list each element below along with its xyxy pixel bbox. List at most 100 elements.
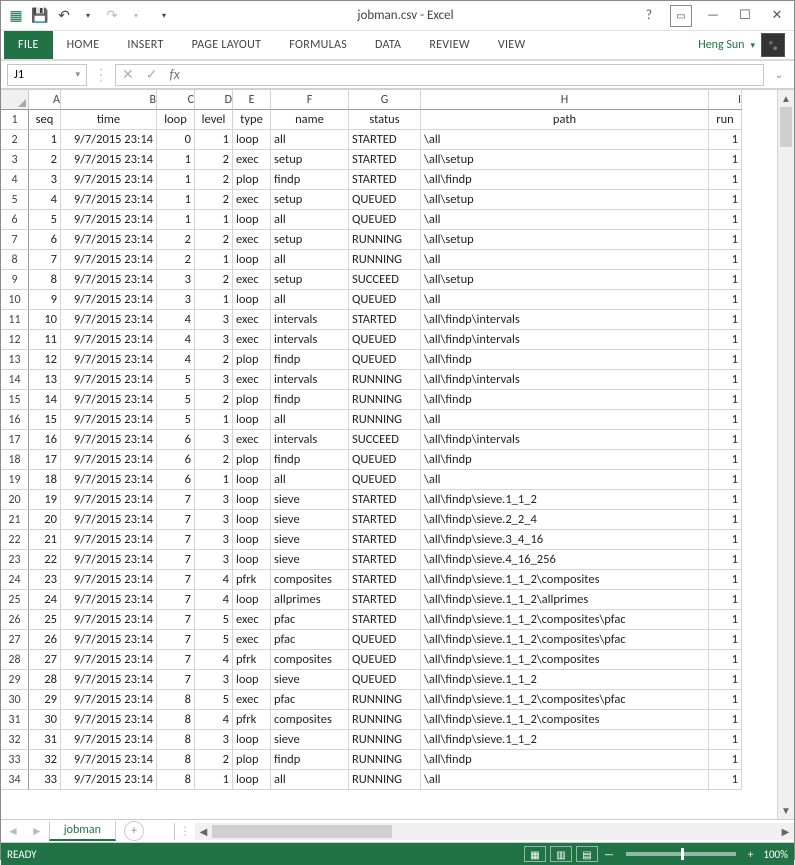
- cell[interactable]: 1: [709, 130, 742, 150]
- cell[interactable]: RUNNING: [349, 690, 421, 710]
- cell[interactable]: STARTED: [349, 570, 421, 590]
- cell[interactable]: 5: [195, 690, 233, 710]
- ribbon-display-icon[interactable]: ▭: [670, 5, 692, 27]
- row-header[interactable]: 25: [1, 590, 29, 610]
- cell[interactable]: 3: [195, 530, 233, 550]
- scroll-left-icon[interactable]: ◀: [195, 823, 212, 840]
- cell[interactable]: 5: [195, 610, 233, 630]
- cell[interactable]: 3: [195, 670, 233, 690]
- cell[interactable]: sieve: [271, 550, 349, 570]
- cell[interactable]: 9/7/2015 23:14: [61, 330, 157, 350]
- cell[interactable]: QUEUED: [349, 330, 421, 350]
- cell[interactable]: 5: [29, 210, 61, 230]
- cell[interactable]: 2: [29, 150, 61, 170]
- cancel-icon[interactable]: ✕: [116, 66, 140, 83]
- cell[interactable]: pfac: [271, 630, 349, 650]
- cell[interactable]: loop: [233, 490, 271, 510]
- cell[interactable]: all: [271, 210, 349, 230]
- cell[interactable]: 1: [709, 310, 742, 330]
- cell[interactable]: \all: [421, 210, 709, 230]
- cell[interactable]: 6: [157, 430, 195, 450]
- cell[interactable]: 9/7/2015 23:14: [61, 350, 157, 370]
- cell[interactable]: 3: [195, 430, 233, 450]
- cell[interactable]: 1: [709, 530, 742, 550]
- row-header[interactable]: 22: [1, 530, 29, 550]
- cell[interactable]: loop: [233, 130, 271, 150]
- cell[interactable]: 5: [195, 630, 233, 650]
- cell[interactable]: STARTED: [349, 310, 421, 330]
- cell[interactable]: \all\findp\intervals: [421, 430, 709, 450]
- cell[interactable]: 32: [29, 750, 61, 770]
- cell[interactable]: 9/7/2015 23:14: [61, 470, 157, 490]
- cell[interactable]: 1: [195, 250, 233, 270]
- cell[interactable]: 9/7/2015 23:14: [61, 430, 157, 450]
- sheet-tab-jobman[interactable]: jobman: [49, 821, 116, 841]
- cell[interactable]: RUNNING: [349, 750, 421, 770]
- row-header[interactable]: 17: [1, 430, 29, 450]
- cell[interactable]: RUNNING: [349, 230, 421, 250]
- cell[interactable]: 3: [29, 170, 61, 190]
- cell[interactable]: STARTED: [349, 590, 421, 610]
- cell[interactable]: 4: [195, 590, 233, 610]
- cell[interactable]: 2: [157, 230, 195, 250]
- cell[interactable]: STARTED: [349, 170, 421, 190]
- cell[interactable]: 6: [157, 450, 195, 470]
- zoom-level[interactable]: 100%: [763, 848, 788, 861]
- avatar[interactable]: [761, 33, 785, 57]
- column-header[interactable]: C: [157, 90, 195, 110]
- cell[interactable]: SUCCEED: [349, 430, 421, 450]
- row-header[interactable]: 2: [1, 130, 29, 150]
- cell[interactable]: 1: [709, 230, 742, 250]
- cell[interactable]: 23: [29, 570, 61, 590]
- cell[interactable]: 1: [709, 590, 742, 610]
- cell[interactable]: 1: [709, 710, 742, 730]
- cell[interactable]: 1: [195, 130, 233, 150]
- cell[interactable]: 9/7/2015 23:14: [61, 210, 157, 230]
- cell[interactable]: 4: [29, 190, 61, 210]
- cell[interactable]: STARTED: [349, 490, 421, 510]
- cell[interactable]: setup: [271, 150, 349, 170]
- enter-icon[interactable]: ✓: [140, 66, 164, 83]
- fx-icon[interactable]: fx: [163, 66, 185, 83]
- cell[interactable]: 9/7/2015 23:14: [61, 290, 157, 310]
- row-header[interactable]: 27: [1, 630, 29, 650]
- cell[interactable]: 33: [29, 770, 61, 790]
- row-header[interactable]: 20: [1, 490, 29, 510]
- cell[interactable]: 1: [709, 170, 742, 190]
- cell[interactable]: 9/7/2015 23:14: [61, 250, 157, 270]
- cell[interactable]: 28: [29, 670, 61, 690]
- column-header[interactable]: F: [271, 90, 349, 110]
- cell[interactable]: exec: [233, 430, 271, 450]
- cell[interactable]: level: [195, 110, 233, 130]
- cell[interactable]: \all: [421, 130, 709, 150]
- cell[interactable]: 3: [195, 730, 233, 750]
- cell[interactable]: \all\findp\sieve.1_1_2\composites: [421, 570, 709, 590]
- cell[interactable]: 9/7/2015 23:14: [61, 490, 157, 510]
- cell[interactable]: loop: [233, 410, 271, 430]
- row-header[interactable]: 18: [1, 450, 29, 470]
- cell[interactable]: \all\findp\sieve.1_1_2\composites\pfac: [421, 690, 709, 710]
- cell[interactable]: 1: [709, 270, 742, 290]
- ribbon-tab-page-layout[interactable]: PAGE LAYOUT: [178, 31, 276, 59]
- cell[interactable]: 3: [195, 490, 233, 510]
- cell[interactable]: 7: [157, 610, 195, 630]
- cell[interactable]: \all\findp\sieve.1_1_2\composites\pfac: [421, 610, 709, 630]
- cell[interactable]: 2: [195, 390, 233, 410]
- column-header[interactable]: I: [709, 90, 742, 110]
- cell[interactable]: 1: [709, 370, 742, 390]
- cell[interactable]: 7: [157, 630, 195, 650]
- cell[interactable]: 1: [709, 750, 742, 770]
- cell[interactable]: 3: [157, 290, 195, 310]
- cell[interactable]: \all\findp\intervals: [421, 310, 709, 330]
- cell[interactable]: 15: [29, 410, 61, 430]
- cell[interactable]: sieve: [271, 670, 349, 690]
- cell[interactable]: 11: [29, 330, 61, 350]
- cell[interactable]: setup: [271, 270, 349, 290]
- maximize-icon[interactable]: ☐: [734, 5, 756, 27]
- cell[interactable]: 2: [195, 150, 233, 170]
- cell[interactable]: 1: [709, 510, 742, 530]
- cell[interactable]: 4: [157, 310, 195, 330]
- row-header[interactable]: 23: [1, 550, 29, 570]
- cell[interactable]: RUNNING: [349, 770, 421, 790]
- cell[interactable]: RUNNING: [349, 250, 421, 270]
